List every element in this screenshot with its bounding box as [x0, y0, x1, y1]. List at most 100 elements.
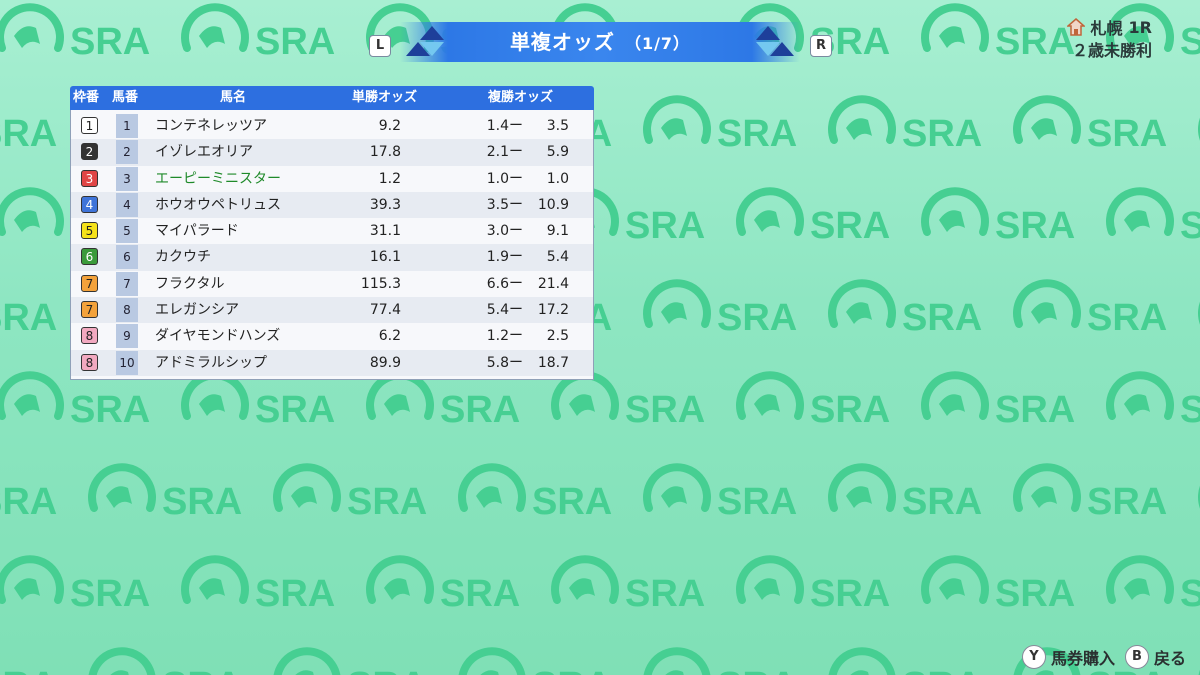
col-win-odds: 単勝オッズ — [352, 90, 418, 105]
waku-badge: 3 — [81, 169, 98, 187]
sra-logo-icon — [555, 559, 705, 615]
table-row[interactable]: 8 10 アドミラルシップ 89.9 5.8ー 18.7 — [71, 349, 593, 376]
win-odds: 6.2 — [378, 328, 401, 345]
horse-name: ホウオウペトリュス — [155, 196, 281, 213]
table-row[interactable]: 6 6 カクウチ 16.1 1.9ー 5.4 — [71, 244, 593, 271]
place-odds-max: 5.4 — [546, 249, 569, 266]
racecourse-icon — [1066, 18, 1085, 36]
horse-name: エーピーミニスター — [155, 170, 281, 187]
sra-logo-icon — [0, 467, 57, 523]
sra-logo-icon — [370, 375, 520, 431]
sra-logo-icon — [1017, 467, 1167, 523]
umaban-cell: 5 — [116, 219, 138, 244]
col-place-odds: 複勝オッズ — [488, 90, 554, 105]
horse-name: フラクタル — [155, 275, 225, 292]
waku-badge: 2 — [81, 143, 98, 161]
waku-badge: 4 — [81, 195, 98, 213]
y-button-icon: Y — [1021, 645, 1046, 669]
horse-name: エレガンシア — [155, 302, 239, 319]
prev-page-button[interactable]: L — [369, 35, 391, 57]
win-odds: 9.2 — [378, 118, 401, 134]
sra-logo-icon — [925, 559, 1075, 615]
odds-table: 枠番 馬番 馬名 単勝オッズ 複勝オッズ 1 1 コンテネレッツア 9.2 1.… — [70, 86, 594, 380]
sra-logo-icon — [740, 191, 890, 247]
next-page-button[interactable]: R — [810, 35, 832, 57]
waku-badge: 7 — [81, 274, 98, 292]
win-odds: 17.8 — [369, 144, 401, 161]
sra-logo-icon — [185, 7, 335, 63]
umaban-cell: 1 — [116, 114, 138, 138]
sra-logo-icon — [1017, 283, 1167, 339]
place-odds-max: 17.2 — [537, 302, 569, 319]
horse-name: ダイヤモンドハンズ — [155, 328, 281, 345]
umaban-cell: 7 — [116, 271, 138, 296]
col-horse-name: 馬名 — [220, 90, 247, 105]
win-odds: 39.3 — [369, 196, 401, 213]
sra-logo-icon — [647, 467, 797, 523]
sra-logo-icon — [370, 559, 520, 615]
sra-logo-icon — [462, 467, 612, 523]
waku-badge: 8 — [81, 353, 98, 371]
sra-logo-icon — [832, 467, 982, 523]
sra-logo-icon — [647, 651, 797, 675]
sra-logo-icon — [925, 7, 1075, 63]
umaban-cell: 3 — [116, 166, 138, 191]
page-title: 単複オッズ （1/7） — [400, 22, 800, 62]
b-button-icon: B — [1124, 645, 1149, 669]
waku-badge: 6 — [81, 248, 98, 266]
umaban-cell: 10 — [116, 350, 138, 375]
place-odds-max: 1.0 — [546, 170, 569, 187]
horse-name: マイパラード — [155, 223, 239, 240]
horse-name: アドミラルシップ — [155, 354, 267, 371]
buy-ticket-label: 馬券購入 — [1050, 649, 1115, 668]
table-row[interactable]: 7 8 エレガンシア 77.4 5.4ー 17.2 — [71, 297, 593, 324]
umaban-cell: 8 — [116, 298, 138, 323]
place-odds-max: 3.5 — [546, 118, 569, 134]
horse-name: コンテネレッツア — [155, 118, 267, 134]
back-hint[interactable]: B 戻る — [1124, 645, 1186, 669]
umaban-cell: 9 — [116, 324, 138, 349]
win-odds: 31.1 — [369, 223, 401, 240]
sra-logo-icon — [925, 375, 1075, 431]
table-row[interactable]: 7 7 フラクタル 115.3 6.6ー 21.4 — [71, 271, 593, 297]
sra-logo-icon — [0, 99, 57, 155]
sra-logo-icon — [277, 651, 427, 675]
table-row[interactable]: 2 2 イゾレエオリア 17.8 2.1ー 5.9 — [71, 139, 593, 166]
title-label: 単複オッズ — [509, 30, 615, 54]
table-row[interactable]: 8 9 ダイヤモンドハンズ 6.2 1.2ー 2.5 — [71, 323, 593, 349]
sra-logo-icon — [0, 651, 57, 675]
race-info: 札幌 1R ２歳未勝利 — [1066, 16, 1152, 62]
place-odds-max: 18.7 — [537, 354, 569, 371]
place-odds-max: 5.9 — [546, 144, 569, 161]
place-odds-max: 21.4 — [537, 275, 569, 292]
col-waku: 枠番 — [73, 90, 100, 105]
sra-logo-icon — [185, 375, 335, 431]
buy-ticket-hint[interactable]: Y 馬券購入 — [1021, 645, 1115, 669]
sra-logo-icon — [740, 559, 890, 615]
sra-logo-icon — [1110, 375, 1200, 431]
waku-badge: 7 — [81, 301, 98, 319]
sra-logo-icon — [740, 375, 890, 431]
win-odds: 16.1 — [369, 249, 401, 266]
sra-logo-icon — [647, 99, 797, 155]
umaban-cell: 6 — [116, 245, 138, 270]
place-odds-max: 2.5 — [546, 328, 569, 345]
page-indicator: （1/7） — [624, 34, 691, 53]
win-odds: 77.4 — [369, 302, 401, 319]
race-class: ２歳未勝利 — [1071, 41, 1152, 60]
sra-logo-icon — [462, 651, 612, 675]
sra-logo-icon — [92, 651, 242, 675]
table-body: 1 1 コンテネレッツア 9.2 1.4ー 3.5 2 2 イゾレエオリア 17… — [70, 110, 594, 380]
table-row[interactable]: 5 5 マイパラード 31.1 3.0ー 9.1 — [71, 218, 593, 244]
back-label: 戻る — [1153, 649, 1186, 668]
table-row[interactable]: 3 3 エーピーミニスター 1.2 1.0ー 1.0 — [71, 166, 593, 192]
waku-badge: 8 — [81, 327, 98, 345]
table-row[interactable]: 4 4 ホウオウペトリュス 39.3 3.5ー 10.9 — [71, 191, 593, 219]
sra-logo-icon — [1110, 559, 1200, 615]
sra-logo-icon — [0, 283, 57, 339]
table-row[interactable]: 1 1 コンテネレッツア 9.2 1.4ー 3.5 — [71, 113, 593, 139]
sra-logo-icon — [555, 375, 705, 431]
horse-name: イゾレエオリア — [155, 144, 253, 161]
sra-logo-icon — [832, 99, 982, 155]
sra-logo-icon — [0, 559, 150, 615]
